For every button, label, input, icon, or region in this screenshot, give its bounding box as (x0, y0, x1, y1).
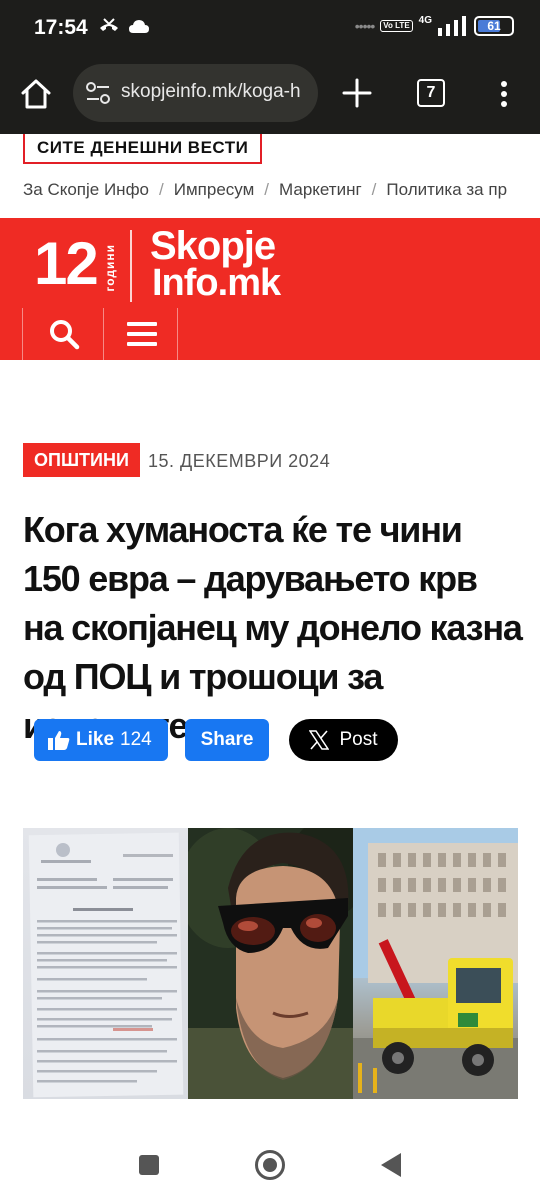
search-button[interactable] (22, 308, 104, 360)
nav-link-privacy[interactable]: Политика за пр (386, 180, 507, 199)
site-settings-icon[interactable] (85, 81, 111, 105)
document-illustration (28, 832, 184, 1098)
nav-link-impressum[interactable]: Импресум (174, 180, 255, 199)
tow-truck-photo (353, 828, 518, 1099)
nav-link-about[interactable]: За Скопје Инфо (23, 180, 149, 199)
hamburger-icon (127, 322, 157, 346)
post-label: Post (339, 729, 378, 750)
portrait-illustration (188, 828, 353, 1099)
search-icon (50, 320, 80, 350)
status-notification-icons (98, 18, 150, 36)
tab-switcher-button[interactable]: 7 (417, 79, 445, 107)
dots-indicator-icon: ••••• (354, 18, 375, 34)
logo-name-line1: Skopje (150, 224, 276, 268)
status-time: 17:54 (34, 16, 88, 39)
x-post-button[interactable]: Post (289, 719, 398, 761)
back-icon[interactable] (381, 1153, 401, 1177)
more-options-icon[interactable] (494, 76, 514, 112)
new-tab-icon[interactable] (338, 74, 376, 112)
battery-level: 61 (487, 19, 501, 33)
cloud-icon (129, 20, 149, 33)
signal-icon (438, 16, 466, 36)
menu-button[interactable] (104, 308, 178, 360)
logo-years-label: години (103, 244, 117, 292)
network-type-label: 4G (418, 14, 432, 26)
nav-separator: / (264, 180, 270, 199)
top-nav-links: За Скопје Инфо / Импресум / Маркетинг / Полити… (23, 180, 507, 200)
url-text: skopjeinfo.mk/koga-h (121, 81, 301, 102)
like-label: Like (76, 729, 115, 750)
status-bar: 17:54 ••••• Vo LTE 4G 61 (0, 0, 540, 56)
address-bar[interactable]: skopjeinfo.mk/koga-h (73, 64, 318, 122)
missed-call-icon (100, 18, 118, 31)
nav-separator: / (371, 180, 377, 199)
logo-divider (130, 230, 132, 302)
category-badge[interactable]: ОПШТИНИ (23, 443, 140, 477)
facebook-like-button[interactable]: Like 124 (34, 719, 168, 761)
nav-separator: / (159, 180, 164, 199)
home-icon[interactable] (18, 76, 54, 112)
x-logo-icon (309, 730, 330, 750)
browser-toolbar: skopjeinfo.mk/koga-h 7 (0, 56, 540, 134)
battery-icon: 61 (474, 16, 514, 36)
article-date: 15. ДЕКЕМВРИ 2024 (148, 451, 331, 471)
status-indicators: ••••• Vo LTE 4G 61 (354, 14, 514, 36)
system-navigation-bar (0, 1130, 540, 1200)
logo-anniversary-number: 12 (34, 230, 99, 297)
recent-apps-icon[interactable] (139, 1155, 159, 1175)
article-headline: Кога хуманоста ќе те чини 150 евра – дар… (23, 509, 523, 746)
home-nav-icon[interactable] (255, 1150, 285, 1180)
volte-icon: Vo LTE (380, 20, 413, 32)
document-photo (23, 828, 188, 1099)
like-count: 124 (120, 729, 152, 750)
tow-truck-illustration (353, 828, 518, 1099)
nav-link-marketing[interactable]: Маркетинг (279, 180, 362, 199)
article-featured-image[interactable] (23, 828, 518, 1099)
facebook-share-button[interactable]: Share (185, 719, 269, 761)
logo-name-line2: Info.mk (152, 262, 281, 304)
thumbs-up-icon (48, 731, 70, 750)
today-news-link[interactable]: СИТЕ ДЕНЕШНИ ВЕСТИ (23, 134, 263, 164)
site-header: 12 години Skopje Info.mk (0, 218, 540, 360)
man-in-sunglasses-photo (188, 828, 353, 1099)
